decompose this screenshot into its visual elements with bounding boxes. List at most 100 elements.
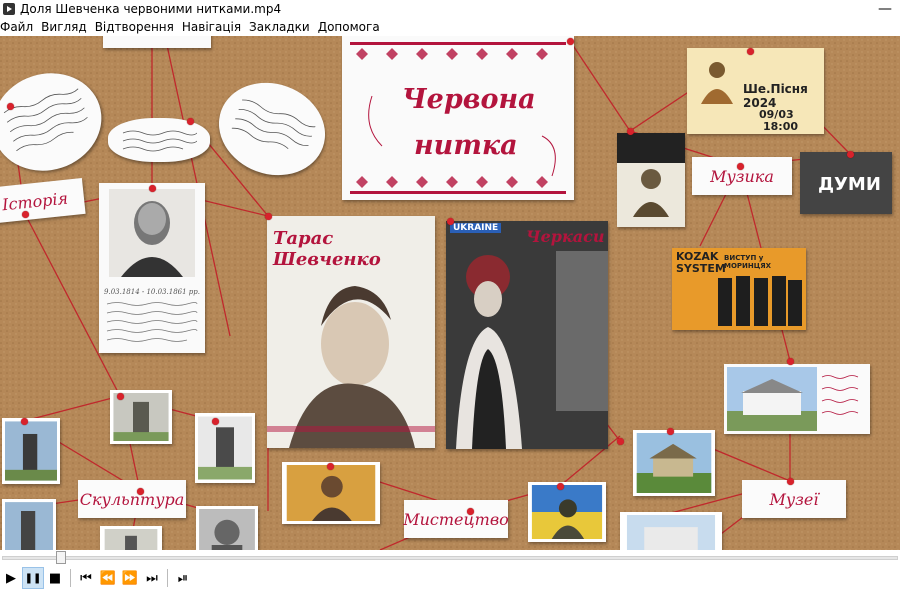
embroidery-border-icon [350, 42, 566, 194]
main-title-line2: нитка [414, 130, 518, 161]
pin [117, 393, 124, 400]
painting-icon [531, 485, 603, 539]
menu-navigation[interactable]: Навігація [178, 20, 245, 34]
sculpture-photo-3 [195, 413, 255, 483]
pin [617, 438, 624, 445]
window-title: Доля Шевченка червоними нитками.mp4 [20, 2, 282, 16]
handwriting-scribble [231, 99, 316, 150]
bandura-player-icon [701, 62, 733, 104]
pin [187, 118, 194, 125]
pin [149, 185, 156, 192]
sculpture-photo-4 [2, 499, 56, 550]
monument-icon [5, 502, 53, 550]
menu-view[interactable]: Вигляд [37, 20, 91, 34]
title-bar: Доля Шевченка червоними нитками.mp4 — [0, 0, 900, 18]
building-icon [626, 515, 716, 550]
main-title-card: Червона нитка [342, 36, 574, 200]
shevchenko-poster-title: Тарас Шевченко [273, 228, 381, 270]
menu-playback[interactable]: Відтворення [91, 20, 178, 34]
sculpture-photo-6 [196, 506, 258, 550]
pin [737, 163, 744, 170]
museum-photo-card [724, 364, 870, 434]
event-card: Ше.Пісня 2024 09/03 18:00 [687, 48, 824, 134]
previous-button[interactable]: ⏮ [75, 567, 97, 589]
museum-photo-3 [620, 512, 722, 550]
museum-building-icon [727, 367, 817, 431]
menu-help[interactable]: Допомога [314, 20, 384, 34]
minimize-button[interactable]: — [870, 2, 900, 16]
bust-icon [199, 509, 255, 550]
pin [667, 428, 674, 435]
ukraine-badge: UKRAINE [450, 223, 502, 233]
pin [747, 48, 754, 55]
pin [557, 483, 564, 490]
rewind-button[interactable]: ⏪ [97, 567, 119, 589]
menu-bookmarks[interactable]: Закладки [245, 20, 314, 34]
pin [787, 478, 794, 485]
pause-button[interactable]: ❚❚ [22, 567, 44, 589]
pin [212, 418, 219, 425]
toolbar-separator [70, 569, 71, 587]
event-time: 18:00 [763, 120, 799, 133]
cherkasy-poster-title: Черкаси [526, 227, 605, 246]
dumy-text: ДУМИ [818, 174, 881, 195]
woman-figure-icon [456, 251, 608, 449]
dumy-card: ДУМИ [800, 152, 892, 214]
pin [447, 218, 454, 225]
portrait-card: 9.03.1814 - 10.03.1861 рр. [99, 183, 205, 353]
monument-icon [113, 393, 169, 441]
menu-bar: Файл Вигляд Відтворення Навігація Заклад… [0, 18, 900, 36]
label-art: Мистецтво [403, 500, 509, 538]
painting-icon [286, 465, 376, 521]
stop-button[interactable]: ■ [44, 567, 66, 589]
toolbar-separator [167, 569, 168, 587]
playback-controls: ▶ ❚❚ ■ ⏮ ⏪ ⏩ ⏭ ⏯ [0, 566, 900, 590]
pin [137, 488, 144, 495]
menu-file[interactable]: Файл [0, 20, 37, 34]
monument-icon [198, 416, 252, 480]
main-title-line1: Червона [402, 84, 536, 115]
handwriting-scribble [106, 302, 198, 342]
quote-bubble-2 [108, 118, 210, 162]
pin [567, 38, 574, 45]
monument-icon [5, 421, 57, 481]
pin [787, 358, 794, 365]
sculpture-photo-1 [2, 418, 60, 484]
event-title: Ше.Пісня 2024 [743, 82, 808, 110]
museum-photo-2 [633, 430, 715, 496]
cherkasy-poster: UKRAINE Черкаси [446, 221, 608, 449]
monument-icon [104, 529, 158, 550]
seek-bar[interactable] [0, 550, 900, 566]
kozak-line3: ВИСТУП у МОРИНЦЯХ [724, 254, 772, 270]
house-icon [636, 433, 712, 493]
pin [265, 213, 272, 220]
label-museums: Музеї [742, 480, 846, 518]
pin [467, 508, 474, 515]
art-photo-1 [282, 462, 380, 524]
seek-track[interactable] [2, 556, 898, 560]
concert-poster-small [617, 133, 685, 227]
play-button[interactable]: ▶ [0, 567, 22, 589]
pin [627, 128, 634, 135]
frame-step-button[interactable]: ⏯ [172, 567, 194, 589]
player-app-icon [3, 3, 15, 15]
label-sculpture: Скульптура [78, 480, 186, 518]
forward-button[interactable]: ⏩ [119, 567, 141, 589]
shevchenko-poster: Тарас Шевченко [267, 216, 435, 448]
art-photo-2 [528, 482, 606, 542]
musician-icon [617, 133, 685, 217]
pin [847, 151, 854, 158]
handwriting-scribble [122, 130, 197, 152]
kozak-line2: SYSTEM [676, 262, 726, 275]
handwriting-scribble [821, 375, 859, 415]
shevchenko-portrait-icon [109, 189, 195, 277]
seek-thumb[interactable] [55, 551, 66, 564]
handwriting-scribble [3, 88, 88, 152]
pin [327, 463, 334, 470]
next-button[interactable]: ⏭ [141, 567, 163, 589]
video-frame[interactable]: Історія 9.03.1814 - 10.03.1861 рр. Черво… [0, 36, 900, 550]
pin [21, 418, 28, 425]
portrait-dates: 9.03.1814 - 10.03.1861 рр. [104, 288, 200, 296]
top-partial-card [103, 36, 211, 48]
sculpture-photo-5 [100, 526, 162, 550]
